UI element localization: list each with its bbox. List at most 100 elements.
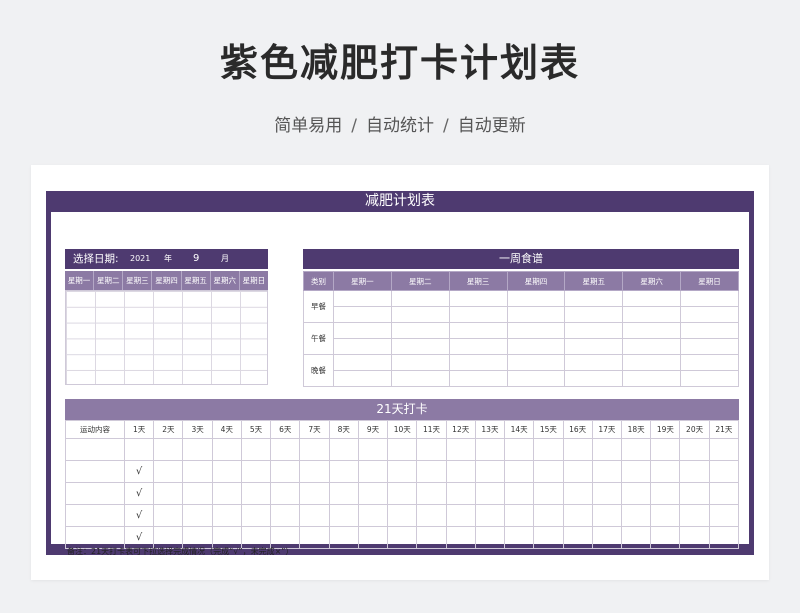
checkin-cell[interactable] bbox=[474, 482, 506, 505]
checkin-cell[interactable] bbox=[708, 526, 740, 549]
meal-cell[interactable] bbox=[564, 322, 624, 339]
checkin-cell[interactable] bbox=[299, 526, 330, 549]
checkin-cell[interactable] bbox=[474, 526, 506, 549]
checkin-cell[interactable] bbox=[328, 526, 359, 549]
checkin-cell[interactable]: √ bbox=[123, 482, 155, 505]
checkin-cell[interactable] bbox=[416, 526, 447, 549]
meal-cell[interactable] bbox=[333, 338, 392, 355]
meal-cell[interactable] bbox=[333, 290, 392, 307]
checkin-cell[interactable] bbox=[445, 482, 476, 505]
checkin-cell[interactable] bbox=[533, 504, 564, 527]
checkin-cell[interactable] bbox=[708, 482, 740, 505]
checkin-cell[interactable] bbox=[445, 438, 476, 461]
checkin-cell[interactable] bbox=[153, 460, 184, 483]
checkin-cell[interactable] bbox=[270, 504, 301, 527]
checkin-cell[interactable] bbox=[270, 460, 301, 483]
meal-cell[interactable] bbox=[506, 322, 566, 339]
meal-cell[interactable] bbox=[680, 290, 739, 307]
checkin-cell[interactable] bbox=[562, 504, 593, 527]
checkin-cell[interactable] bbox=[650, 504, 681, 527]
checkin-cell[interactable]: √ bbox=[123, 504, 155, 527]
checkin-cell[interactable] bbox=[416, 438, 447, 461]
meal-cell[interactable] bbox=[390, 322, 450, 339]
checkin-cell[interactable] bbox=[650, 526, 681, 549]
checkin-cell[interactable] bbox=[591, 438, 622, 461]
checkin-cell[interactable] bbox=[270, 438, 301, 461]
checkin-cell[interactable] bbox=[679, 438, 710, 461]
meal-cell[interactable] bbox=[333, 306, 392, 323]
checkin-cell[interactable] bbox=[445, 504, 476, 527]
checkin-cell[interactable] bbox=[562, 438, 593, 461]
checkin-cell[interactable] bbox=[620, 504, 652, 527]
meal-cell[interactable] bbox=[680, 338, 739, 355]
checkin-cell[interactable] bbox=[416, 460, 447, 483]
meal-cell[interactable] bbox=[390, 354, 450, 371]
checkin-cell[interactable] bbox=[650, 482, 681, 505]
meal-cell[interactable] bbox=[680, 370, 739, 387]
checkin-cell[interactable] bbox=[620, 438, 652, 461]
checkin-cell[interactable] bbox=[445, 526, 476, 549]
checkin-cell[interactable] bbox=[533, 526, 564, 549]
checkin-cell[interactable] bbox=[679, 482, 710, 505]
meal-cell[interactable] bbox=[333, 322, 392, 339]
checkin-cell[interactable] bbox=[357, 526, 389, 549]
meal-cell[interactable] bbox=[506, 370, 566, 387]
meal-cell[interactable] bbox=[448, 354, 508, 371]
checkin-cell[interactable] bbox=[445, 460, 476, 483]
checkin-cell[interactable] bbox=[679, 526, 710, 549]
checkin-cell[interactable] bbox=[299, 438, 330, 461]
checkin-cell[interactable] bbox=[562, 482, 593, 505]
checkin-cell[interactable] bbox=[387, 482, 418, 505]
meal-cell[interactable] bbox=[564, 306, 624, 323]
meal-cell[interactable] bbox=[448, 290, 508, 307]
checkin-cell[interactable] bbox=[240, 504, 272, 527]
meal-cell[interactable] bbox=[506, 306, 566, 323]
checkin-cell[interactable] bbox=[387, 460, 418, 483]
checkin-cell[interactable] bbox=[679, 504, 710, 527]
checkin-cell[interactable] bbox=[328, 438, 359, 461]
checkin-cell[interactable] bbox=[328, 460, 359, 483]
checkin-cell[interactable] bbox=[240, 460, 272, 483]
checkin-cell[interactable] bbox=[211, 504, 242, 527]
checkin-cell[interactable] bbox=[650, 438, 681, 461]
exercise-content-cell[interactable] bbox=[65, 504, 125, 527]
checkin-cell[interactable] bbox=[591, 504, 622, 527]
checkin-cell[interactable] bbox=[620, 482, 652, 505]
checkin-cell[interactable] bbox=[416, 504, 447, 527]
checkin-cell[interactable] bbox=[328, 504, 359, 527]
meal-cell[interactable] bbox=[622, 290, 682, 307]
meal-cell[interactable] bbox=[622, 306, 682, 323]
checkin-cell[interactable] bbox=[708, 438, 740, 461]
checkin-cell[interactable] bbox=[416, 482, 447, 505]
checkin-cell[interactable] bbox=[357, 482, 389, 505]
checkin-cell[interactable] bbox=[240, 482, 272, 505]
exercise-content-cell[interactable] bbox=[65, 482, 125, 505]
meal-cell[interactable] bbox=[564, 370, 624, 387]
meal-cell[interactable] bbox=[622, 338, 682, 355]
checkin-cell[interactable] bbox=[620, 460, 652, 483]
checkin-cell[interactable] bbox=[357, 438, 389, 461]
checkin-cell[interactable] bbox=[211, 438, 242, 461]
checkin-cell[interactable] bbox=[533, 438, 564, 461]
meal-cell[interactable] bbox=[448, 370, 508, 387]
checkin-cell[interactable] bbox=[591, 460, 622, 483]
meal-cell[interactable] bbox=[333, 370, 392, 387]
checkin-cell[interactable] bbox=[591, 526, 622, 549]
meal-cell[interactable] bbox=[622, 322, 682, 339]
meal-cell[interactable] bbox=[564, 354, 624, 371]
checkin-cell[interactable] bbox=[357, 504, 389, 527]
meal-cell[interactable] bbox=[680, 306, 739, 323]
checkin-cell[interactable] bbox=[328, 482, 359, 505]
meal-cell[interactable] bbox=[564, 290, 624, 307]
checkin-cell[interactable] bbox=[474, 460, 506, 483]
meal-cell[interactable] bbox=[680, 322, 739, 339]
checkin-cell[interactable] bbox=[474, 438, 506, 461]
meal-cell[interactable] bbox=[390, 290, 450, 307]
checkin-cell[interactable] bbox=[504, 504, 535, 527]
meal-cell[interactable] bbox=[564, 338, 624, 355]
meal-cell[interactable] bbox=[333, 354, 392, 371]
checkin-cell[interactable] bbox=[123, 438, 155, 461]
checkin-cell[interactable] bbox=[153, 504, 184, 527]
checkin-cell[interactable] bbox=[182, 482, 213, 505]
meal-cell[interactable] bbox=[506, 354, 566, 371]
